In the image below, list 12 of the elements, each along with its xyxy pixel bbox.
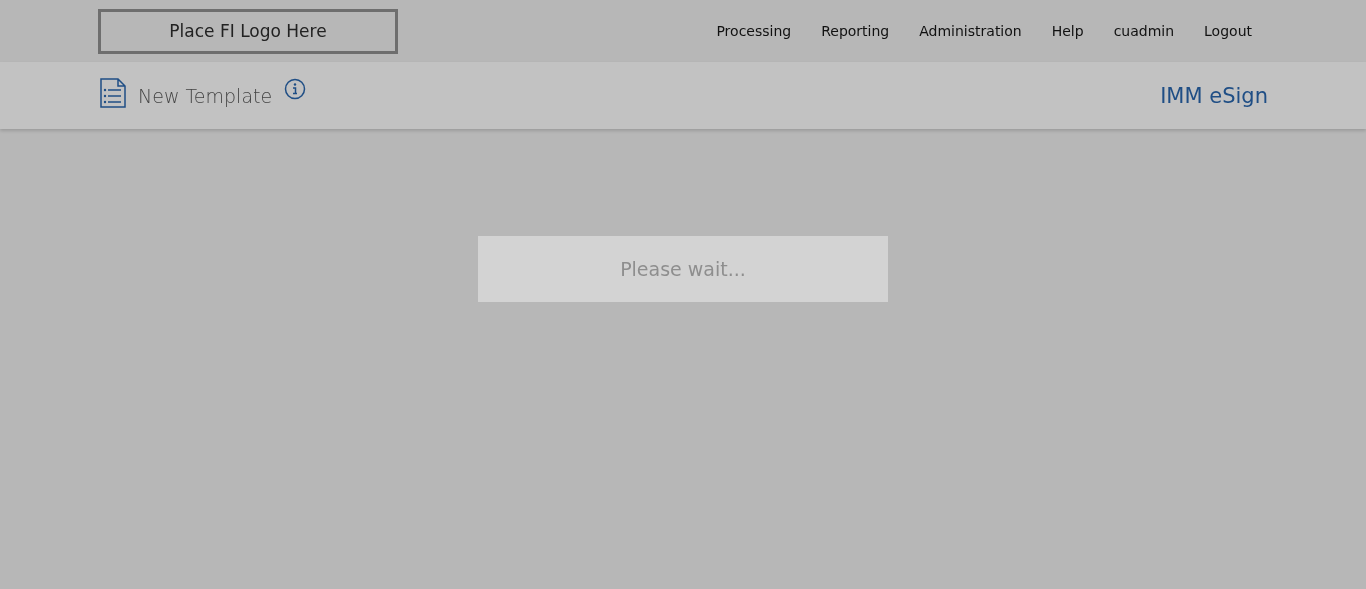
nav-link[interactable]: Help (1051, 23, 1084, 39)
nav-link[interactable]: cuadmin (1113, 23, 1175, 39)
nav-link[interactable]: Processing (716, 23, 792, 39)
nav-link[interactable]: Administration (919, 23, 1022, 39)
logo-placeholder-text: Place FI Logo Here (169, 21, 327, 41)
document-list-icon (100, 77, 126, 108)
loading-message: Please wait... (478, 236, 888, 302)
nav-link[interactable]: Logout (1204, 23, 1252, 39)
info-icon[interactable] (284, 77, 307, 100)
brand-name: IMM eSign (1160, 83, 1268, 108)
nav-link[interactable]: Reporting (821, 23, 890, 39)
page-title: New Template (138, 84, 273, 107)
